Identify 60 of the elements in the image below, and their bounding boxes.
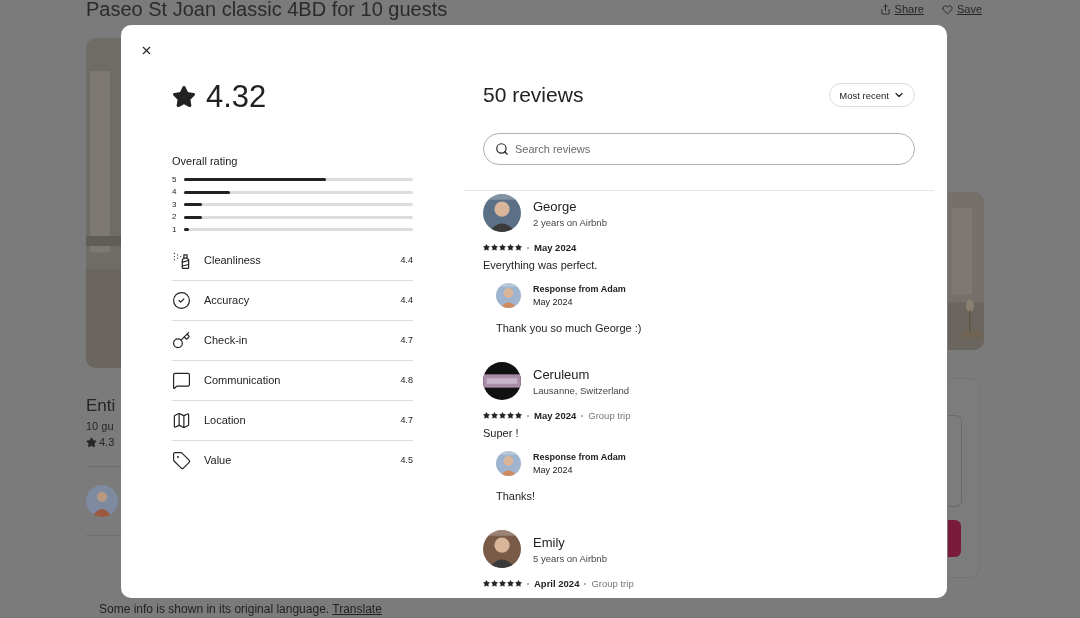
- category-label: Location: [204, 414, 247, 426]
- reviewer-info: 5 years on Airbnb: [533, 552, 607, 564]
- chat-bubble-icon: [172, 370, 191, 390]
- category-label: Communication: [204, 374, 282, 386]
- star-icon: [86, 436, 97, 448]
- listing-heading: Enti: [86, 396, 117, 416]
- language-note: Some info is shown in its original language. Translate: [98, 602, 383, 618]
- rating-label: 3: [172, 200, 178, 209]
- save-link[interactable]: Save: [941, 3, 982, 15]
- category-score: 4.4: [400, 295, 413, 305]
- response-date: May 2024: [533, 465, 574, 475]
- response-title: Response from Adam: [533, 284, 626, 294]
- review-date: April 2024: [534, 578, 580, 589]
- star-icon: [172, 85, 196, 109]
- category-label: Cleanliness: [204, 254, 262, 266]
- category-score: 4.4: [400, 255, 413, 265]
- rating-label: 1: [172, 225, 178, 234]
- category-score: 4.8: [400, 375, 413, 385]
- heart-icon: [941, 3, 953, 15]
- reviewer-name: Ceruleum: [533, 366, 591, 382]
- share-link[interactable]: Share: [879, 3, 924, 15]
- overall-score: 4.32: [206, 79, 267, 115]
- category-score: 4.5: [400, 455, 413, 465]
- category-score: 4.7: [400, 335, 413, 345]
- reviewer-info: Lausanne, Switzerland: [533, 384, 630, 396]
- category-label: Value: [204, 454, 233, 466]
- category-label: Accuracy: [204, 294, 251, 306]
- search-field[interactable]: Search reviews: [483, 133, 915, 165]
- trip-type: Group trip: [591, 578, 634, 589]
- response-text: Thank you so much George :): [496, 322, 643, 334]
- share-icon: [879, 3, 891, 15]
- listing-title: Paseo St Joan classic 4BD for 10 guests: [86, 0, 448, 21]
- response-text: Thanks!: [496, 490, 537, 502]
- overall-rating-label: Overall rating: [172, 155, 239, 167]
- search-icon: [495, 142, 509, 156]
- translate-link[interactable]: Translate: [332, 602, 382, 616]
- response-title: Response from Adam: [533, 452, 626, 462]
- key-icon: [172, 330, 191, 350]
- spray-bottle-icon: [172, 250, 191, 270]
- rating-text: 4.3: [99, 436, 115, 448]
- category-score: 4.7: [400, 415, 413, 425]
- category-label: Check-in: [204, 334, 249, 346]
- review-date: May 2024: [534, 410, 577, 421]
- reviewer-name: George: [533, 198, 578, 214]
- check-circle-icon: [172, 290, 191, 310]
- tag-icon: [172, 450, 191, 470]
- rating-label: 4: [172, 188, 178, 197]
- trip-type: Group trip: [588, 410, 631, 421]
- review-text: Super !: [483, 427, 520, 439]
- reviewer-name: Emily: [533, 534, 566, 550]
- map-icon: [172, 410, 191, 430]
- reviewer-info: 2 years on Airbnb: [533, 216, 607, 228]
- sort-dropdown[interactable]: Most recent: [829, 83, 915, 107]
- review-text: Everything was perfect.: [483, 259, 599, 271]
- response-date: May 2024: [533, 297, 574, 307]
- rating-label: 5: [172, 175, 178, 184]
- review-date: May 2024: [534, 242, 577, 253]
- rating-label: 2: [172, 213, 178, 222]
- reviews-count: 50 reviews: [483, 83, 584, 107]
- guest-count: 10 gu: [86, 420, 115, 432]
